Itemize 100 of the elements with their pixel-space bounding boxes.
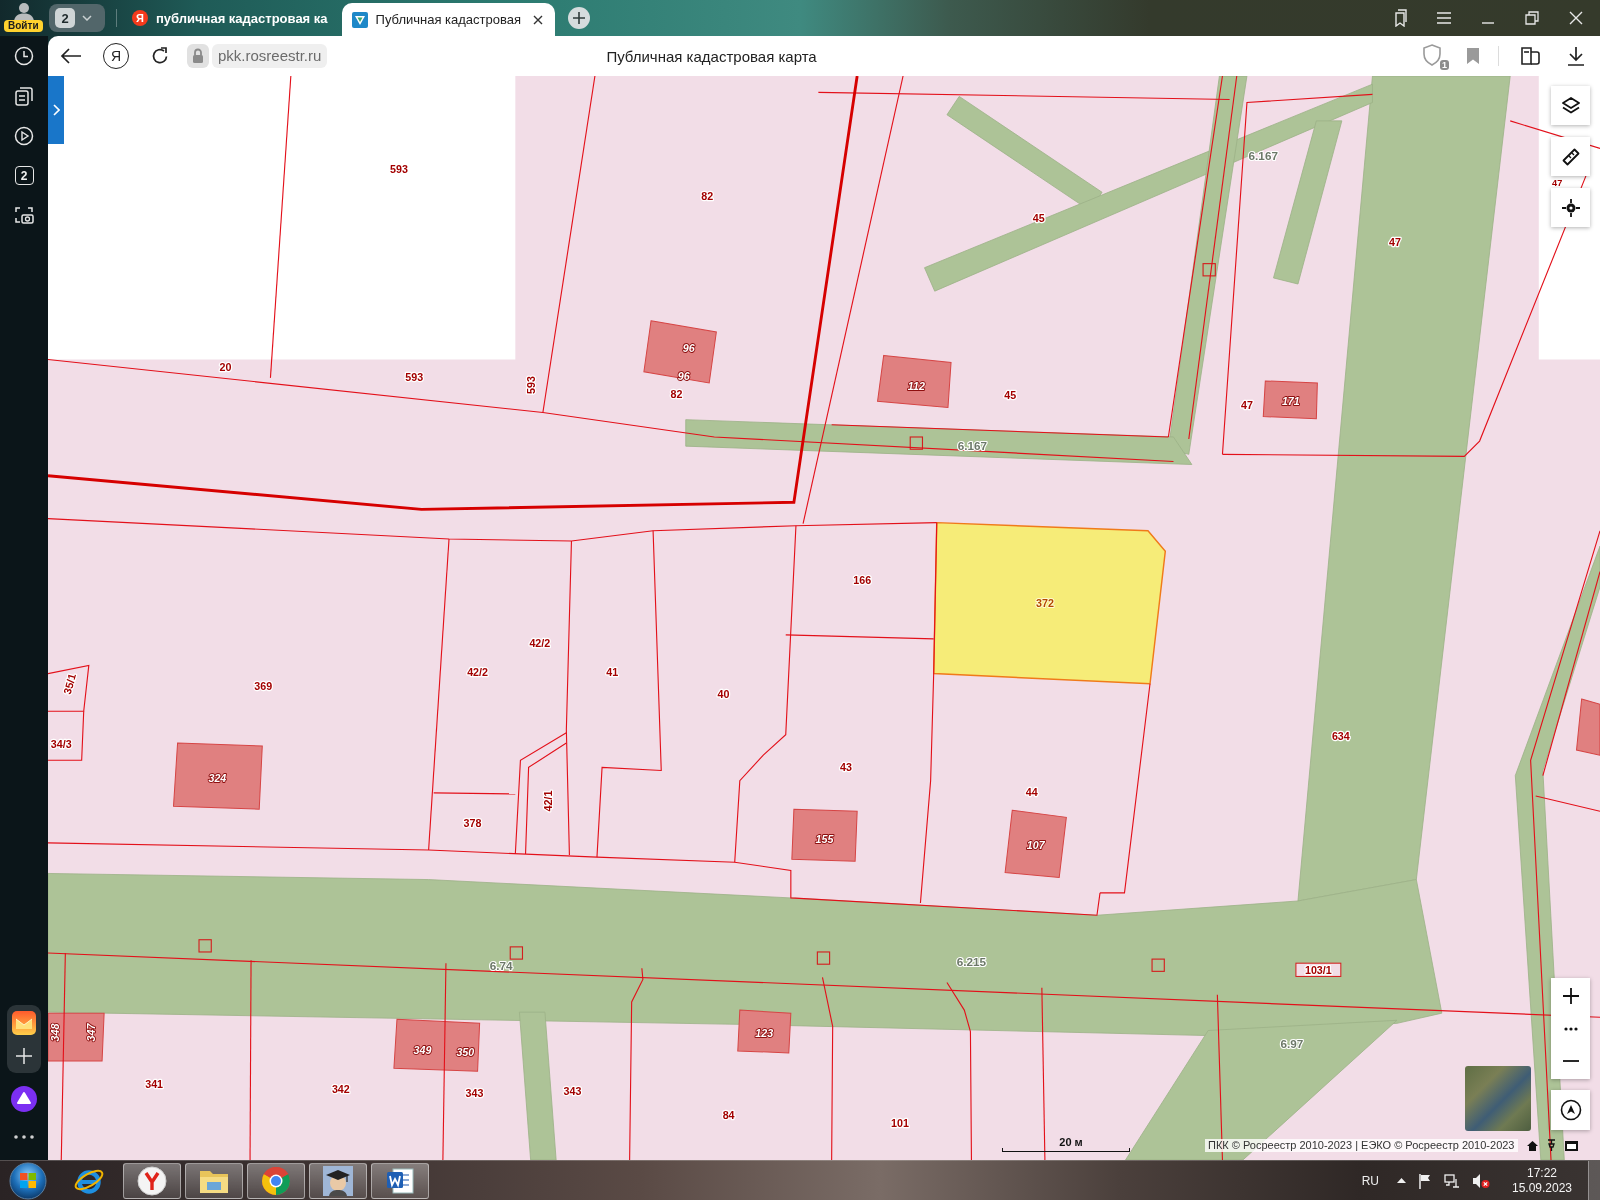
- taskbar-button[interactable]: [185, 1162, 243, 1199]
- pin-icon[interactable]: [1546, 1139, 1556, 1151]
- logo-button[interactable]: Я: [103, 43, 129, 69]
- speaker-muted-icon[interactable]: [1472, 1172, 1490, 1189]
- ruler-button[interactable]: [1551, 137, 1590, 176]
- more-icon: [1563, 1026, 1578, 1031]
- building-footprint[interactable]: [172, 742, 263, 810]
- tab-count-badge[interactable]: 2: [14, 166, 34, 185]
- parcel-number: 101: [891, 1117, 909, 1130]
- home-icon[interactable]: [1526, 1141, 1538, 1151]
- browser-icon: [261, 1165, 291, 1196]
- new-tab-button[interactable]: [568, 7, 591, 29]
- building-number: 112: [907, 380, 925, 392]
- satellite-thumbnail[interactable]: [1465, 1066, 1531, 1131]
- taskbar-button[interactable]: [371, 1162, 429, 1199]
- parcel-number: 342: [331, 1082, 350, 1095]
- parcel-number: 341: [145, 1077, 164, 1090]
- network-icon[interactable]: [1444, 1172, 1460, 1189]
- panel-icon[interactable]: [1519, 45, 1541, 67]
- building-footprint[interactable]: [1004, 809, 1067, 879]
- shield-icon[interactable]: [1422, 44, 1442, 66]
- parcel-number: 42/2: [529, 637, 551, 649]
- mail-icon[interactable]: [12, 1011, 36, 1035]
- parcel-number: 593: [405, 370, 424, 383]
- building-footprint[interactable]: [877, 354, 952, 408]
- parcel-number: 47: [1552, 177, 1563, 188]
- tab-group-button[interactable]: 2: [49, 4, 105, 32]
- menu-icon[interactable]: [1436, 11, 1452, 25]
- lock-icon[interactable]: [187, 44, 209, 68]
- parcel-number: 593: [390, 162, 408, 175]
- building-number: 107: [1026, 838, 1045, 851]
- zone-number: 6.167: [957, 438, 988, 452]
- taskbar-button[interactable]: [309, 1162, 367, 1199]
- tray-arrow-icon[interactable]: [1397, 1178, 1406, 1183]
- clock-icon[interactable]: [14, 46, 34, 66]
- parcel-number: 34/3: [50, 737, 72, 750]
- browser-icon: [137, 1165, 167, 1196]
- parcel-number: 166: [853, 573, 872, 586]
- attribution-text: ПКК © Росреестр 2010-2023 | ЕЭКО © Росреестр 2010-2023: [1205, 1139, 1518, 1152]
- compass-button[interactable]: [1551, 1090, 1590, 1130]
- login-badge[interactable]: Войти: [4, 20, 43, 32]
- sidebar-toggle-button[interactable]: [48, 76, 64, 144]
- address-field[interactable]: pkk.rosreestr.ru: [212, 44, 328, 68]
- parcel-number: 45: [1032, 211, 1045, 224]
- building-footprint[interactable]: [791, 808, 858, 862]
- parcel-number: 44: [1025, 785, 1038, 798]
- start-icon[interactable]: [9, 1161, 47, 1200]
- parcel-number: 41: [606, 665, 619, 678]
- building-footprint[interactable]: [643, 320, 717, 384]
- browser-tab[interactable]: Я публичная кадастровая ка: [122, 2, 338, 34]
- building-number: 123: [755, 1026, 774, 1039]
- building-footprint[interactable]: [1262, 380, 1318, 420]
- download-icon[interactable]: [1566, 46, 1586, 66]
- more-icon[interactable]: [14, 1135, 34, 1139]
- flag-icon[interactable]: [1418, 1172, 1432, 1189]
- small-structure: [909, 436, 924, 450]
- ruler-icon: [1561, 147, 1580, 166]
- building-footprint[interactable]: [48, 1012, 105, 1062]
- camera-icon[interactable]: [14, 205, 34, 225]
- play-icon[interactable]: [14, 126, 34, 146]
- taskbar-button[interactable]: [123, 1162, 181, 1199]
- zoom-in-button[interactable]: [1551, 978, 1590, 1014]
- clock-date: 15.09.2023: [1511, 1180, 1573, 1196]
- plus-icon: [1562, 988, 1579, 1004]
- parcel-number: 42/2: [467, 665, 488, 678]
- small-structure: [198, 939, 212, 953]
- parcel-tag[interactable]: 103/1: [1295, 962, 1342, 977]
- building-number: 96: [682, 342, 695, 355]
- parcel-number: 593: [524, 376, 537, 394]
- zone-number: 6.97: [1280, 1037, 1304, 1051]
- bookmark-icon[interactable]: [1466, 47, 1480, 65]
- documents-icon[interactable]: [14, 86, 34, 106]
- building-footprint[interactable]: [393, 1018, 481, 1072]
- language-indicator[interactable]: RU: [1361, 1173, 1379, 1188]
- boundary-line: [48, 710, 85, 761]
- parcel-number: 84: [722, 1109, 735, 1122]
- parcel-number: 40: [717, 687, 730, 700]
- bookmarks-icon[interactable]: [1392, 9, 1408, 27]
- scale-label: 20 м: [1059, 1136, 1083, 1148]
- building-footprint[interactable]: [1575, 698, 1600, 756]
- assistant-icon[interactable]: [11, 1086, 37, 1112]
- building-footprint[interactable]: [737, 1009, 792, 1054]
- building-number: 349: [413, 1043, 432, 1056]
- zoom-out-button[interactable]: [1551, 1043, 1590, 1079]
- parcel-number: 45: [1004, 389, 1017, 402]
- reload-icon[interactable]: [150, 46, 170, 66]
- window-icon[interactable]: [1564, 1141, 1578, 1151]
- parcel-number: 47: [1241, 399, 1253, 412]
- browser-tab[interactable]: Публичная кадастровая: [341, 3, 556, 36]
- small-structure: [1151, 958, 1165, 972]
- back-icon[interactable]: [60, 47, 82, 65]
- restore-icon[interactable]: [1524, 11, 1540, 25]
- plus-icon[interactable]: [15, 1047, 33, 1065]
- chevron-down-icon: [82, 15, 92, 21]
- zone-number: 6.215: [956, 954, 987, 968]
- layers-button[interactable]: [1551, 86, 1590, 125]
- taskbar-button[interactable]: [247, 1162, 305, 1199]
- small-structure: [1202, 263, 1216, 277]
- locate-button[interactable]: [1551, 188, 1590, 227]
- close-icon[interactable]: [533, 14, 544, 25]
